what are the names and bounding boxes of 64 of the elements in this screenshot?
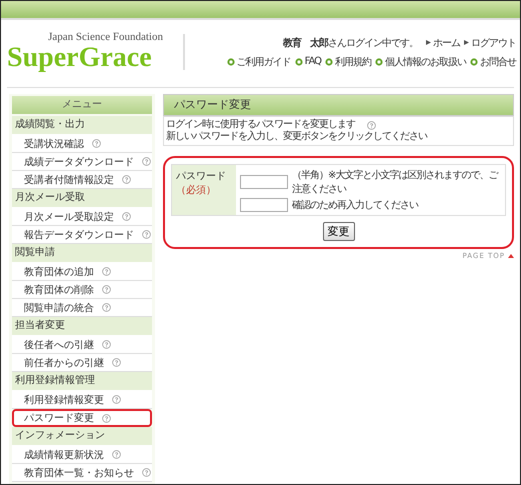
page-title: パスワード変更	[163, 94, 514, 116]
menu-item[interactable]: 成績情報更新状況	[12, 446, 152, 464]
menu-item[interactable]: 成績データダウンロード	[12, 153, 152, 171]
change-button[interactable]: 変更	[322, 222, 354, 241]
menu-item[interactable]: 閲覧申請の統合	[12, 299, 152, 317]
menu-section-header: 成績閲覧・出力	[12, 116, 152, 135]
menu-item[interactable]: 月次メール受取設定	[12, 208, 152, 226]
menu-item[interactable]: 前任者からの引継	[12, 354, 152, 372]
help-icon[interactable]	[102, 267, 111, 276]
circle-bullet-icon	[226, 58, 235, 66]
header-link[interactable]: ご利用ガイド	[236, 54, 291, 69]
help-icon[interactable]	[112, 395, 121, 404]
field-note: 確認のため再入力してください	[292, 198, 418, 212]
required-mark: （必須）	[176, 184, 216, 197]
help-icon[interactable]	[142, 230, 151, 239]
menu-item[interactable]: 教育団体の削除	[12, 281, 152, 299]
menu-item[interactable]: 報告データダウンロード	[12, 226, 152, 244]
menu-item[interactable]: 教育団体の追加	[12, 263, 152, 281]
circle-bullet-icon	[325, 58, 333, 66]
help-icon[interactable]	[102, 414, 111, 422]
password-field[interactable]	[240, 175, 288, 189]
triangle-icon	[426, 40, 431, 46]
circle-bullet-icon	[375, 58, 383, 66]
menu-item[interactable]: 受講状況確認	[12, 135, 152, 153]
up-triangle-icon	[508, 254, 514, 258]
login-status: 教育 太郎さんログイン中です。	[283, 36, 418, 50]
menu-section-header: 月次メール受取	[12, 189, 152, 208]
menu-section-header: 閲覧申請	[12, 244, 152, 263]
menu-item[interactable]: 利用登録情報変更	[12, 391, 152, 409]
field-note: （半角）※大文字と小文字は区別されますので、ご注意ください	[292, 168, 499, 196]
help-icon[interactable]	[367, 120, 376, 130]
help-icon[interactable]	[102, 340, 111, 349]
header-link[interactable]: お問合せ	[480, 54, 516, 69]
triangle-icon	[464, 40, 469, 46]
header-link[interactable]: 利用規約	[335, 54, 371, 69]
help-icon[interactable]	[142, 157, 151, 166]
help-icon[interactable]	[102, 303, 111, 312]
menu-section-header: 担当者変更	[12, 317, 152, 336]
header-link[interactable]: 個人情報のお取扱い	[385, 54, 466, 69]
password-field[interactable]	[240, 198, 288, 212]
menu-item[interactable]: 受講者付随情報設定	[12, 171, 152, 189]
intro-text: 新しいパスワードを入力し、変更ボタンをクリックしてください	[166, 131, 427, 143]
help-icon[interactable]	[122, 175, 131, 184]
header-link[interactable]: FAQ	[304, 56, 321, 68]
header-link[interactable]: ホーム	[433, 36, 460, 50]
organization-name: Japan Science Foundation	[47, 31, 164, 44]
help-icon[interactable]	[122, 212, 131, 221]
help-icon[interactable]	[112, 450, 121, 459]
logo: SuperGrace	[7, 43, 153, 74]
menu-item[interactable]: 後任者への引継	[12, 336, 152, 354]
help-icon[interactable]	[92, 139, 101, 148]
menu-item[interactable]: 教育団体一覧・お知らせ	[12, 464, 152, 482]
help-icon[interactable]	[102, 285, 111, 294]
menu-section-header: インフォメーション	[12, 427, 152, 446]
intro-text: ログイン時に使用するパスワードを変更します	[166, 119, 355, 130]
circle-bullet-icon	[294, 58, 303, 66]
circle-bullet-icon	[470, 58, 478, 66]
menu-item[interactable]: パスワード変更	[12, 409, 152, 427]
menu-header: メニュー	[12, 96, 152, 114]
help-icon[interactable]	[142, 468, 151, 477]
header-link[interactable]: ログアウト	[471, 36, 516, 50]
field-label: パスワード	[176, 170, 226, 183]
menu-section-header: 利用登録情報管理	[12, 372, 152, 391]
help-icon[interactable]	[112, 358, 121, 367]
